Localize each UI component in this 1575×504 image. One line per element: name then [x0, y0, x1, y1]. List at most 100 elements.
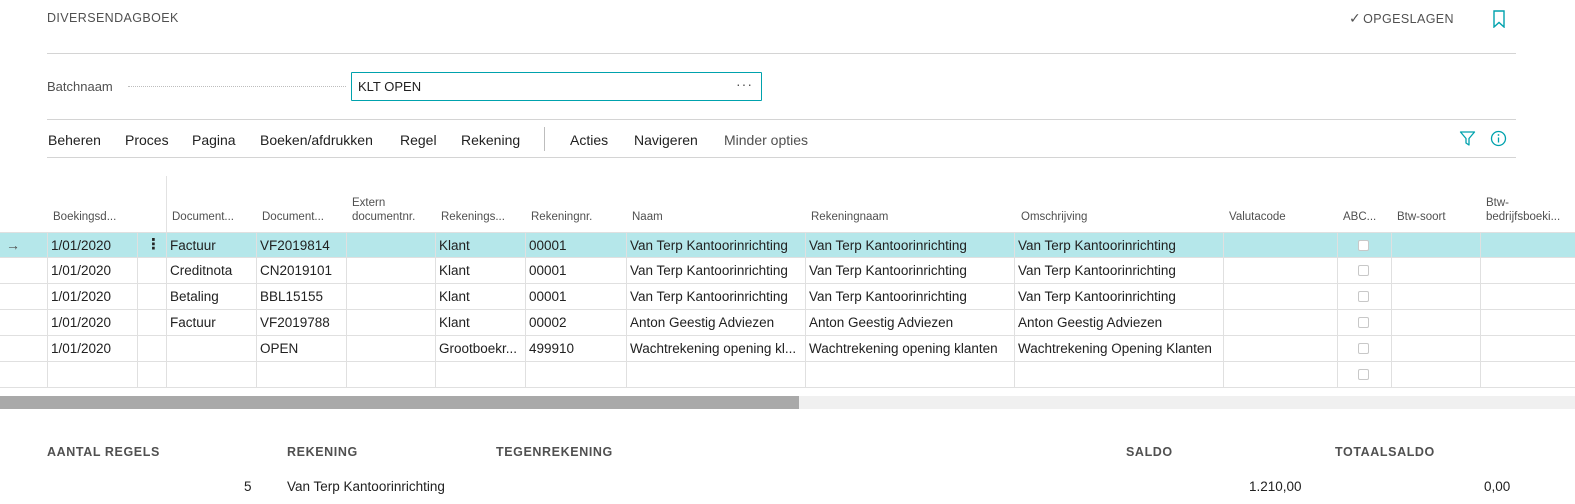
action-rekening[interactable]: Rekening: [461, 132, 520, 148]
cell-account-name[interactable]: [805, 362, 1014, 388]
cell-document-type[interactable]: Betaling: [166, 284, 256, 310]
cell-currency-code[interactable]: [1223, 310, 1337, 336]
cell-name[interactable]: Van Terp Kantoorinrichting: [626, 233, 805, 259]
cell-document-no[interactable]: VF2019814: [256, 233, 346, 259]
col-header-description[interactable]: Omschrijving: [1021, 210, 1087, 224]
col-header-vat-type[interactable]: Btw-soort: [1397, 210, 1446, 224]
action-minder-opties[interactable]: Minder opties: [724, 132, 808, 148]
abc-checkbox[interactable]: [1358, 317, 1369, 328]
cell-account-no[interactable]: 00001: [525, 284, 626, 310]
col-header-external-doc-no[interactable]: Extern documentnr.: [352, 196, 432, 224]
table-row[interactable]: → ⋮ 1/01/2020 Factuur VF2019814 Klant 00001 Van…: [0, 232, 1575, 259]
cell-account-no[interactable]: 00001: [525, 258, 626, 284]
cell-vat-type[interactable]: [1391, 336, 1480, 362]
cell-account-no[interactable]: [525, 362, 626, 388]
cell-document-type[interactable]: [166, 336, 256, 362]
col-header-account-name[interactable]: Rekeningnaam: [811, 210, 888, 224]
cell-document-no[interactable]: CN2019101: [256, 258, 346, 284]
cell-document-no[interactable]: [256, 362, 346, 388]
cell-account-name[interactable]: Van Terp Kantoorinrichting: [805, 284, 1014, 310]
cell-account-no[interactable]: 00001: [525, 233, 626, 259]
cell-document-no[interactable]: BBL15155: [256, 284, 346, 310]
cell-description[interactable]: Van Terp Kantoorinrichting: [1014, 233, 1223, 259]
action-proces[interactable]: Proces: [125, 132, 169, 148]
bookmark-icon[interactable]: [1492, 10, 1506, 28]
col-header-posting-date[interactable]: Boekingsd...: [53, 210, 116, 224]
cell-external-doc-no[interactable]: [346, 284, 435, 310]
cell-currency-code[interactable]: [1223, 284, 1337, 310]
cell-external-doc-no[interactable]: [346, 362, 435, 388]
cell-account-name[interactable]: Anton Geestig Adviezen: [805, 310, 1014, 336]
cell-vat-type[interactable]: [1391, 362, 1480, 388]
action-regel[interactable]: Regel: [400, 132, 437, 148]
cell-account-name[interactable]: Van Terp Kantoorinrichting: [805, 233, 1014, 259]
cell-posting-date[interactable]: [47, 362, 137, 388]
cell-external-doc-no[interactable]: [346, 233, 435, 259]
action-acties[interactable]: Acties: [570, 132, 608, 148]
cell-external-doc-no[interactable]: [346, 258, 435, 284]
table-row[interactable]: [0, 362, 1575, 388]
batch-name-input[interactable]: KLT OPEN ···: [351, 72, 762, 101]
cell-posting-date[interactable]: 1/01/2020: [47, 233, 137, 259]
cell-posting-date[interactable]: 1/01/2020: [47, 336, 137, 362]
row-actions-menu-icon[interactable]: ⋮: [146, 233, 161, 257]
table-row[interactable]: 1/01/2020 OPEN Grootboekr... 499910 Wachtrek…: [0, 336, 1575, 362]
cell-description[interactable]: [1014, 362, 1223, 388]
action-navigeren[interactable]: Navigeren: [634, 132, 698, 148]
cell-vat-bus-posting[interactable]: [1480, 310, 1575, 336]
cell-account-type[interactable]: [435, 362, 525, 388]
info-icon[interactable]: [1490, 130, 1507, 147]
cell-document-type[interactable]: Factuur: [166, 310, 256, 336]
cell-account-no[interactable]: 00002: [525, 310, 626, 336]
cell-description[interactable]: Van Terp Kantoorinrichting: [1014, 258, 1223, 284]
col-header-document-no[interactable]: Document...: [262, 210, 324, 224]
cell-account-type[interactable]: Grootboekr...: [435, 336, 525, 362]
col-header-currency-code[interactable]: Valutacode: [1229, 210, 1286, 224]
cell-vat-type[interactable]: [1391, 310, 1480, 336]
cell-vat-bus-posting[interactable]: [1480, 284, 1575, 310]
cell-currency-code[interactable]: [1223, 233, 1337, 259]
cell-vat-type[interactable]: [1391, 233, 1480, 259]
cell-posting-date[interactable]: 1/01/2020: [47, 258, 137, 284]
cell-currency-code[interactable]: [1223, 258, 1337, 284]
table-row[interactable]: 1/01/2020 Creditnota CN2019101 Klant 00001 Va…: [0, 258, 1575, 284]
action-boeken-afdrukken[interactable]: Boeken/afdrukken: [260, 132, 373, 148]
action-pagina[interactable]: Pagina: [192, 132, 236, 148]
cell-account-type[interactable]: Klant: [435, 233, 525, 259]
col-header-account-type[interactable]: Rekenings...: [441, 210, 505, 224]
cell-currency-code[interactable]: [1223, 362, 1337, 388]
lookup-ellipsis-button[interactable]: ···: [736, 76, 753, 92]
cell-vat-bus-posting[interactable]: [1480, 362, 1575, 388]
cell-account-name[interactable]: Wachtrekening opening klanten: [805, 336, 1014, 362]
cell-vat-bus-posting[interactable]: [1480, 233, 1575, 259]
abc-checkbox[interactable]: [1358, 369, 1369, 380]
cell-account-no[interactable]: 499910: [525, 336, 626, 362]
table-row[interactable]: 1/01/2020 Betaling BBL15155 Klant 00001 Van T…: [0, 284, 1575, 310]
cell-document-no[interactable]: OPEN: [256, 336, 346, 362]
cell-currency-code[interactable]: [1223, 336, 1337, 362]
cell-name[interactable]: Van Terp Kantoorinrichting: [626, 258, 805, 284]
cell-external-doc-no[interactable]: [346, 310, 435, 336]
abc-checkbox[interactable]: [1358, 343, 1369, 354]
cell-vat-bus-posting[interactable]: [1480, 258, 1575, 284]
cell-posting-date[interactable]: 1/01/2020: [47, 284, 137, 310]
cell-document-type[interactable]: [166, 362, 256, 388]
table-row[interactable]: 1/01/2020 Factuur VF2019788 Klant 00002 Anton…: [0, 310, 1575, 336]
cell-document-no[interactable]: VF2019788: [256, 310, 346, 336]
col-header-abc[interactable]: ABC...: [1343, 210, 1376, 224]
col-header-document-type[interactable]: Document...: [172, 210, 234, 224]
cell-name[interactable]: Anton Geestig Adviezen: [626, 310, 805, 336]
cell-account-type[interactable]: Klant: [435, 258, 525, 284]
cell-description[interactable]: Wachtrekening Opening Klanten: [1014, 336, 1223, 362]
col-header-vat-bus-posting[interactable]: Btw-bedrijfsboeki...: [1486, 196, 1574, 224]
cell-document-type[interactable]: Factuur: [166, 233, 256, 259]
cell-name[interactable]: [626, 362, 805, 388]
col-header-name[interactable]: Naam: [632, 210, 663, 224]
abc-checkbox[interactable]: [1358, 240, 1369, 251]
col-header-account-no[interactable]: Rekeningnr.: [531, 210, 592, 224]
cell-external-doc-no[interactable]: [346, 336, 435, 362]
footer-account[interactable]: Van Terp Kantoorinrichting: [287, 479, 445, 494]
cell-vat-type[interactable]: [1391, 258, 1480, 284]
cell-vat-type[interactable]: [1391, 284, 1480, 310]
filter-icon[interactable]: [1459, 130, 1476, 147]
